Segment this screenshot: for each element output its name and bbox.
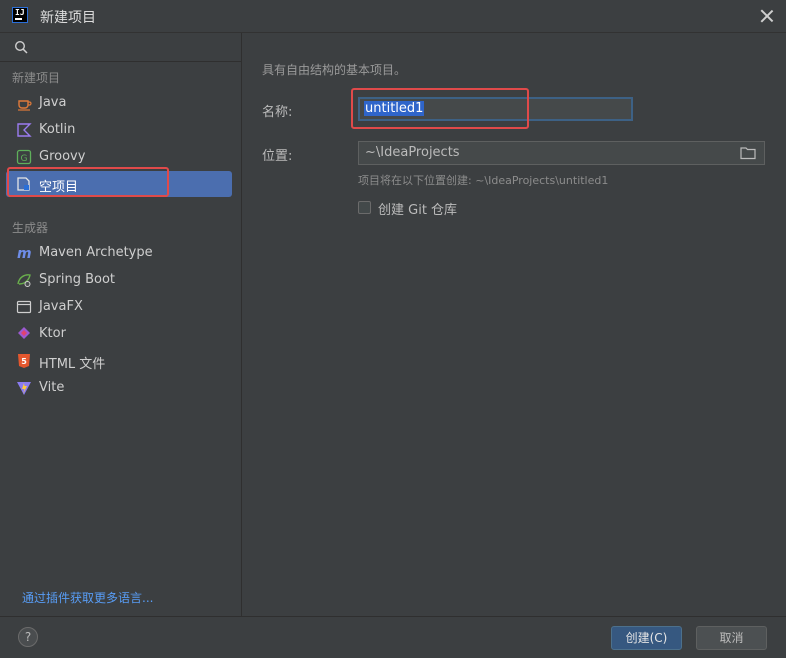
sidebar-item-label: JavaFX — [39, 299, 83, 314]
sidebar-item-spring-boot[interactable]: Spring Boot — [6, 267, 232, 293]
name-field-value: untitled1 — [364, 101, 425, 116]
name-label: 名称: — [262, 105, 293, 120]
sidebar-item-label: Java — [39, 95, 67, 110]
spring-boot-icon — [17, 274, 31, 287]
get-more-languages-link[interactable]: 通过插件获取更多语言... — [22, 589, 153, 606]
main-panel: 具有自由结构的基本项目。 名称: untitled1 位置: ~\IdeaPro… — [242, 33, 786, 616]
kotlin-icon — [17, 123, 32, 137]
location-hint: 项目将在以下位置创建: ~\IdeaProjects\untitled1 — [358, 174, 609, 187]
sidebar-item-empty-project[interactable]: 空项目 — [6, 171, 232, 197]
footer: ? 创建(C) 取消 — [0, 616, 786, 658]
location-field[interactable]: ~\IdeaProjects — [358, 141, 765, 165]
javafx-icon — [16, 300, 32, 314]
empty-project-icon — [17, 177, 30, 191]
vite-icon — [17, 382, 31, 395]
folder-icon[interactable] — [740, 146, 756, 160]
sidebar-item-label: Vite — [39, 380, 65, 395]
search-row — [0, 33, 241, 62]
ktor-icon — [18, 327, 30, 339]
sidebar-item-label: Kotlin — [39, 122, 76, 137]
create-git-repo-label: 创建 Git 仓库 — [378, 203, 458, 218]
cancel-button[interactable]: 取消 — [696, 626, 767, 650]
maven-icon: m — [17, 246, 32, 261]
sidebar-item-java[interactable]: Java — [6, 90, 232, 116]
close-button[interactable] — [758, 7, 776, 25]
sidebar-item-vite[interactable]: Vite — [6, 375, 232, 401]
location-label: 位置: — [262, 149, 293, 164]
sidebar-item-label: HTML 文件 — [39, 357, 106, 372]
svg-text:G: G — [21, 154, 28, 164]
svg-text:5: 5 — [21, 357, 27, 366]
name-field[interactable]: untitled1 — [358, 97, 633, 121]
window-title: 新建项目 — [40, 10, 96, 26]
sidebar-item-label: 空项目 — [39, 180, 79, 195]
sidebar-item-javafx[interactable]: JavaFX — [6, 294, 232, 320]
sidebar-item-ktor[interactable]: Ktor — [6, 321, 232, 347]
sidebar-item-label: Maven Archetype — [39, 245, 153, 260]
sidebar-item-label: Groovy — [39, 149, 86, 164]
sidebar-item-label: Spring Boot — [39, 272, 116, 287]
html5-icon: 5 — [18, 354, 30, 368]
project-description: 具有自由结构的基本项目。 — [262, 63, 407, 77]
sidebar: 新建项目 Java Kotlin G Groovy 空项目 生成器 m Mave… — [0, 33, 242, 616]
search-icon — [14, 40, 28, 54]
group-label-new-project: 新建项目 — [12, 71, 61, 85]
java-icon — [18, 100, 32, 111]
svg-text:m: m — [17, 246, 32, 261]
help-button[interactable]: ? — [18, 627, 38, 647]
location-field-value: ~\IdeaProjects — [365, 145, 460, 160]
intellij-logo-icon: IJ — [12, 7, 28, 23]
sidebar-item-kotlin[interactable]: Kotlin — [6, 117, 232, 143]
create-git-repo-checkbox[interactable] — [358, 201, 371, 214]
sidebar-item-label: Ktor — [39, 326, 66, 341]
sidebar-item-maven-archetype[interactable]: m Maven Archetype — [6, 240, 232, 266]
create-button[interactable]: 创建(C) — [611, 626, 682, 650]
sidebar-item-html-file[interactable]: 5 HTML 文件 — [6, 348, 232, 374]
title-bar: IJ 新建项目 — [0, 0, 786, 33]
group-label-generators: 生成器 — [12, 221, 49, 235]
search-input[interactable] — [34, 36, 233, 60]
groovy-icon: G — [16, 149, 32, 165]
sidebar-item-groovy[interactable]: G Groovy — [6, 144, 232, 170]
